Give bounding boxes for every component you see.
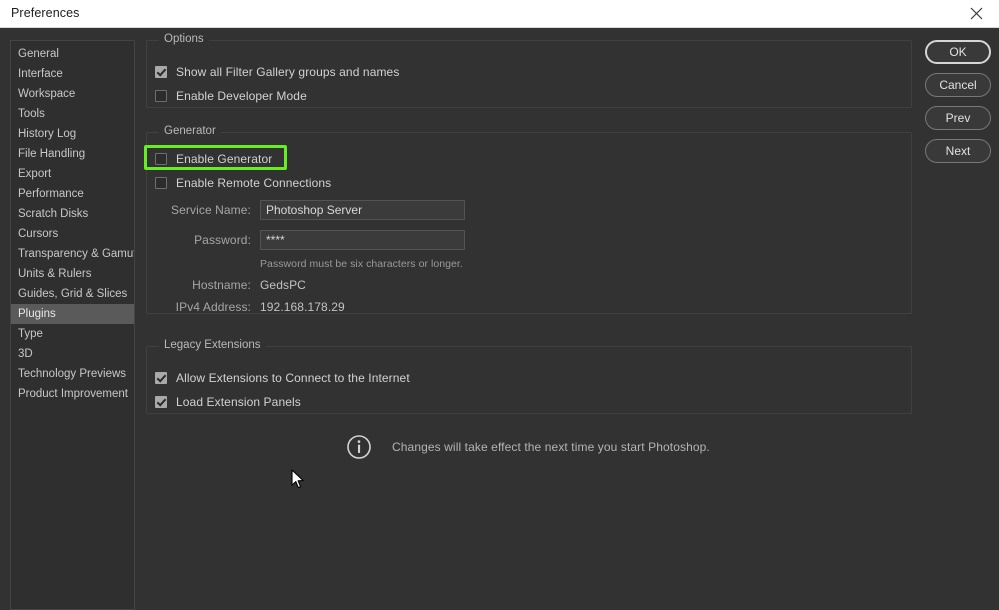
- checkbox-enable-generator[interactable]: Enable Generator: [155, 152, 272, 166]
- checkbox-label: Enable Generator: [176, 152, 272, 166]
- checkbox-label: Show all Filter Gallery groups and names: [176, 65, 399, 79]
- legacy-extensions-group-title: Legacy Extensions: [159, 339, 266, 351]
- sidebar-item-history-log[interactable]: History Log: [11, 124, 134, 144]
- checkbox-load-extension-panels[interactable]: Load Extension Panels: [155, 395, 301, 409]
- next-button[interactable]: Next: [925, 139, 991, 163]
- sidebar-item-tools[interactable]: Tools: [11, 104, 134, 124]
- sidebar-item-scratch-disks[interactable]: Scratch Disks: [11, 204, 134, 224]
- sidebar-item-transparency-gamut[interactable]: Transparency & Gamut: [11, 244, 134, 264]
- sidebar-item-product-improvement[interactable]: Product Improvement: [11, 384, 134, 404]
- sidebar-item-cursors[interactable]: Cursors: [11, 224, 134, 244]
- checkbox-allow-extensions-internet[interactable]: Allow Extensions to Connect to the Inter…: [155, 371, 410, 385]
- sidebar-item-guides-grid-slices[interactable]: Guides, Grid & Slices: [11, 284, 134, 304]
- checkbox-indicator[interactable]: [155, 66, 167, 78]
- checkbox-enable-developer-mode[interactable]: Enable Developer Mode: [155, 89, 307, 103]
- sidebar-item-export[interactable]: Export: [11, 164, 134, 184]
- preferences-dialog: Preferences General Interface Workspace …: [0, 0, 999, 610]
- close-icon[interactable]: [953, 0, 999, 27]
- cancel-button[interactable]: Cancel: [925, 73, 991, 97]
- service-name-row: Service Name:: [155, 200, 465, 220]
- ipv4-row: IPv4 Address: 192.168.178.29: [155, 300, 345, 314]
- sidebar-item-units-rulers[interactable]: Units & Rulers: [11, 264, 134, 284]
- checkbox-indicator[interactable]: [155, 153, 167, 165]
- checkbox-label: Allow Extensions to Connect to the Inter…: [176, 371, 410, 385]
- checkbox-label: Load Extension Panels: [176, 395, 301, 409]
- info-icon: [346, 434, 372, 460]
- dialog-buttons: OK Cancel Prev Next: [925, 40, 991, 172]
- preferences-category-list[interactable]: General Interface Workspace Tools Histor…: [10, 40, 135, 610]
- restart-note-text: Changes will take effect the next time y…: [392, 440, 710, 454]
- ipv4-value: 192.168.178.29: [260, 300, 345, 314]
- service-name-input[interactable]: [260, 200, 465, 220]
- checkbox-label: Enable Remote Connections: [176, 176, 331, 190]
- ipv4-label: IPv4 Address:: [155, 300, 251, 314]
- password-label: Password:: [155, 233, 251, 247]
- dialog-body: General Interface Workspace Tools Histor…: [0, 28, 999, 610]
- sidebar-item-general[interactable]: General: [11, 44, 134, 64]
- hostname-value: GedsPC: [260, 278, 306, 292]
- options-group-title: Options: [159, 33, 209, 45]
- checkbox-indicator[interactable]: [155, 90, 167, 102]
- sidebar-item-performance[interactable]: Performance: [11, 184, 134, 204]
- title-bar: Preferences: [0, 0, 999, 28]
- hostname-row: Hostname: GedsPC: [155, 278, 306, 292]
- window-title: Preferences: [11, 6, 80, 20]
- password-input[interactable]: [260, 230, 465, 250]
- sidebar-item-interface[interactable]: Interface: [11, 64, 134, 84]
- sidebar-item-file-handling[interactable]: File Handling: [11, 144, 134, 164]
- sidebar-item-plugins[interactable]: Plugins: [11, 304, 134, 324]
- plugins-settings-panel: Options Show all Filter Gallery groups a…: [146, 40, 912, 610]
- checkbox-indicator[interactable]: [155, 177, 167, 189]
- checkbox-label: Enable Developer Mode: [176, 89, 307, 103]
- checkbox-enable-remote-connections[interactable]: Enable Remote Connections: [155, 176, 331, 190]
- checkbox-indicator[interactable]: [155, 396, 167, 408]
- sidebar-item-technology-previews[interactable]: Technology Previews: [11, 364, 134, 384]
- generator-group-title: Generator: [159, 125, 221, 137]
- sidebar-item-workspace[interactable]: Workspace: [11, 84, 134, 104]
- prev-button[interactable]: Prev: [925, 106, 991, 130]
- sidebar-item-3d[interactable]: 3D: [11, 344, 134, 364]
- checkbox-indicator[interactable]: [155, 372, 167, 384]
- restart-note: Changes will take effect the next time y…: [346, 434, 710, 460]
- password-row: Password:: [155, 230, 465, 250]
- ok-button[interactable]: OK: [925, 40, 991, 64]
- service-name-label: Service Name:: [155, 203, 251, 217]
- password-hint: Password must be six characters or longe…: [260, 258, 463, 270]
- checkbox-show-filter-gallery-groups[interactable]: Show all Filter Gallery groups and names: [155, 65, 399, 79]
- hostname-label: Hostname:: [155, 278, 251, 292]
- sidebar-item-type[interactable]: Type: [11, 324, 134, 344]
